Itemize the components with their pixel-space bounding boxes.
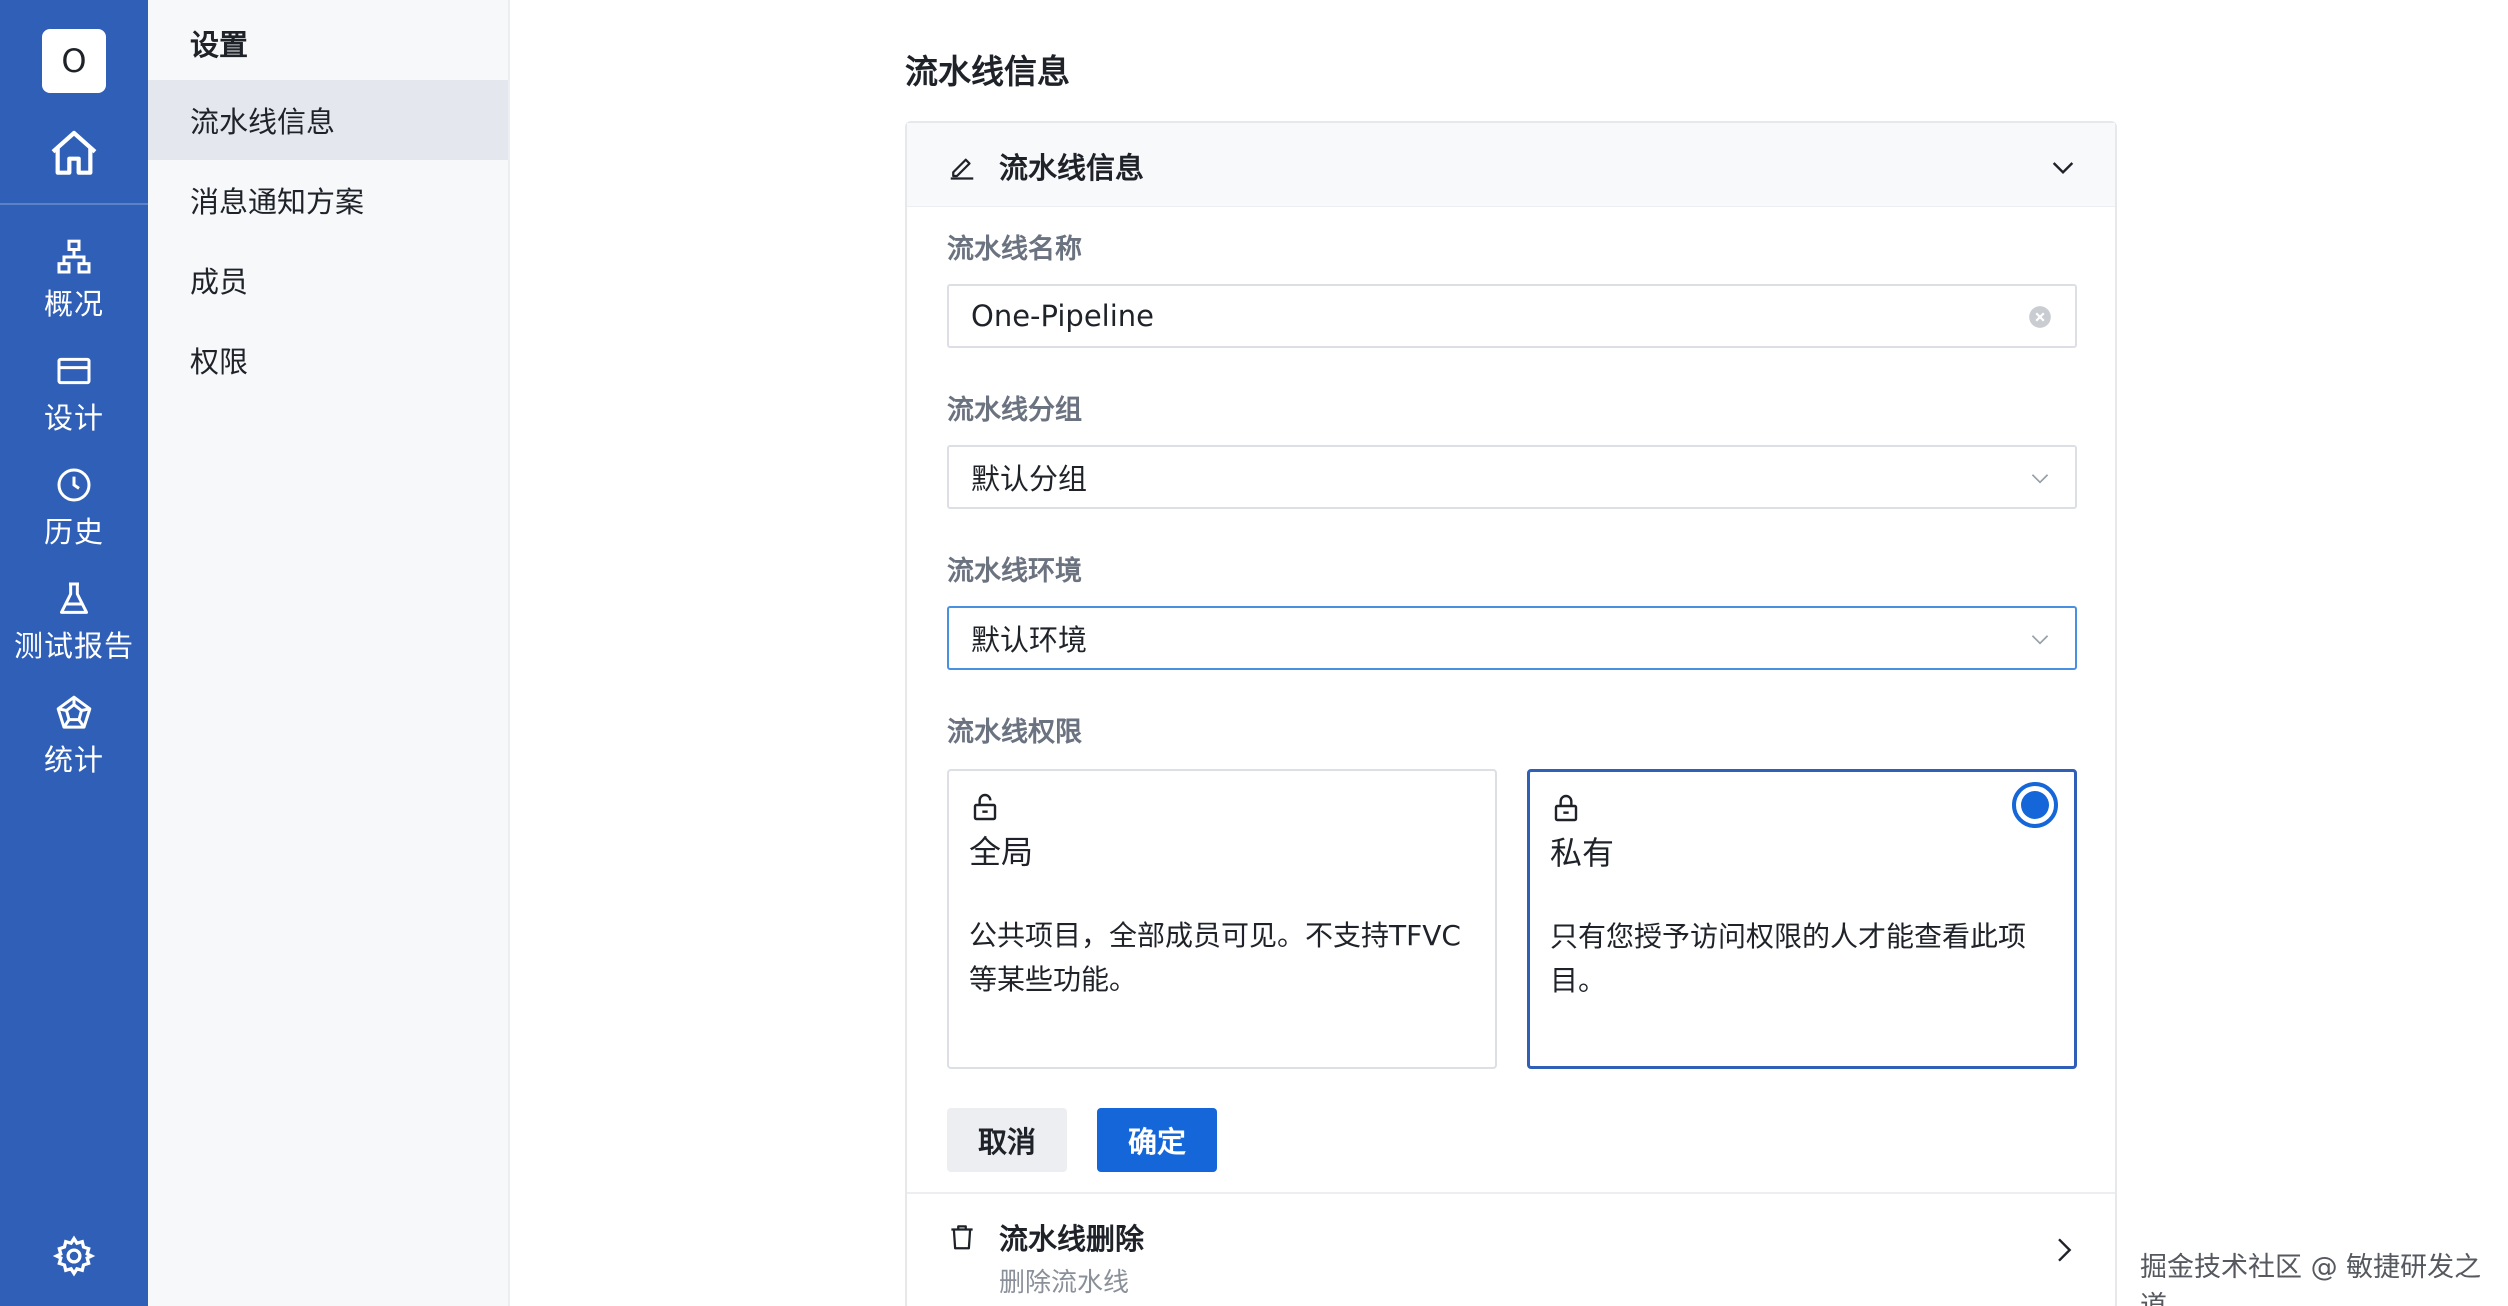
menu-item-label: 权限: [190, 345, 249, 379]
permission-title: 私有: [1550, 834, 1615, 872]
rail-divider: [0, 203, 148, 205]
chevron-right-icon[interactable]: [2047, 1234, 2079, 1266]
nav-stats-label: 统计: [43, 743, 104, 777]
chevron-down-icon: [2031, 474, 2049, 484]
confirm-button[interactable]: 确定: [1097, 1108, 1217, 1172]
nav-history-label: 历史: [43, 515, 104, 549]
menu-item-label: 流水线信息: [190, 105, 336, 139]
nav-test-report-label: 测试报告: [13, 629, 134, 663]
home-icon[interactable]: [46, 126, 102, 182]
watermark: 掘金技术社区 @ 敏捷研发之道: [2140, 1252, 2482, 1306]
permission-label: 流水线权限: [947, 717, 1082, 748]
clear-icon[interactable]: [2027, 304, 2053, 330]
nav-history[interactable]: 历史: [0, 465, 148, 551]
selected-radio[interactable]: [2012, 782, 2058, 828]
settings-menu: 设置 流水线信息 消息通知方案 成员 权限: [148, 0, 510, 1306]
name-label: 流水线名称: [947, 234, 1082, 265]
pipeline-env-value: 默认环境: [971, 623, 1088, 657]
unlock-icon: [973, 793, 997, 821]
menu-item-permissions[interactable]: 权限: [148, 320, 508, 400]
left-rail: O 概况 设计 历史 测试报告 统计: [0, 0, 148, 1306]
delete-subtitle: 删除流水线: [999, 1268, 1130, 1298]
project-avatar[interactable]: O: [42, 29, 106, 93]
permission-option-global[interactable]: 全局 公共项目，全部成员可见。不支持TFVC等某些功能。: [947, 769, 1497, 1069]
trash-icon: [951, 1225, 973, 1250]
nav-overview-label: 概况: [43, 287, 104, 321]
nav-overview[interactable]: 概况: [0, 237, 148, 323]
chevron-down-icon: [2031, 635, 2049, 645]
nav-stats[interactable]: 统计: [0, 693, 148, 779]
delete-title: 流水线删除: [999, 1222, 1145, 1256]
delete-pipeline-section[interactable]: 流水线删除 删除流水线: [907, 1192, 2115, 1306]
menu-item-members[interactable]: 成员: [148, 240, 508, 320]
card-header[interactable]: 流水线信息: [907, 123, 2115, 207]
menu-item-pipeline-info[interactable]: 流水线信息: [148, 80, 508, 160]
pipeline-name-input[interactable]: One-Pipeline: [947, 284, 2077, 348]
nav-design-label: 设计: [43, 401, 104, 435]
menu-item-label: 消息通知方案: [190, 185, 365, 219]
permission-option-private[interactable]: 私有 只有您授予访问权限的人才能查看此项目。: [1527, 769, 2077, 1069]
pipeline-name-value: One-Pipeline: [971, 299, 1155, 333]
permission-desc: 只有您授予访问权限的人才能查看此项目。: [1550, 920, 2027, 997]
nav-design[interactable]: 设计: [0, 351, 148, 437]
pentagon-icon: [56, 695, 92, 729]
card-icon: [57, 357, 91, 385]
menu-item-label: 成员: [190, 265, 249, 299]
sitemap-icon: [57, 239, 91, 274]
pipeline-group-value: 默认分组: [971, 462, 1088, 496]
menu-item-notification[interactable]: 消息通知方案: [148, 160, 508, 240]
pipeline-group-select[interactable]: 默认分组: [947, 445, 2077, 509]
card-title: 流水线信息: [999, 151, 1145, 185]
edit-icon: [950, 158, 974, 180]
page-title: 流水线信息: [905, 52, 1070, 91]
nav-test-report[interactable]: 测试报告: [0, 579, 148, 665]
flask-icon: [60, 582, 88, 614]
lock-icon: [1554, 794, 1578, 822]
env-label: 流水线环境: [947, 556, 1082, 587]
gear-icon[interactable]: [52, 1234, 96, 1278]
permission-title: 全局: [969, 833, 1034, 871]
pipeline-info-card: 流水线信息 流水线名称 One-Pipeline 流水线分组 默认分组 流水线环…: [905, 121, 2117, 1306]
chevron-down-icon[interactable]: [2047, 151, 2079, 183]
clock-icon: [57, 468, 91, 502]
menu-title: 设置: [190, 28, 249, 62]
cancel-button[interactable]: 取消: [947, 1108, 1067, 1172]
group-label: 流水线分组: [947, 395, 1082, 426]
permission-desc: 公共项目，全部成员可见。不支持TFVC等某些功能。: [969, 919, 1461, 996]
pipeline-env-select[interactable]: 默认环境: [947, 606, 2077, 670]
